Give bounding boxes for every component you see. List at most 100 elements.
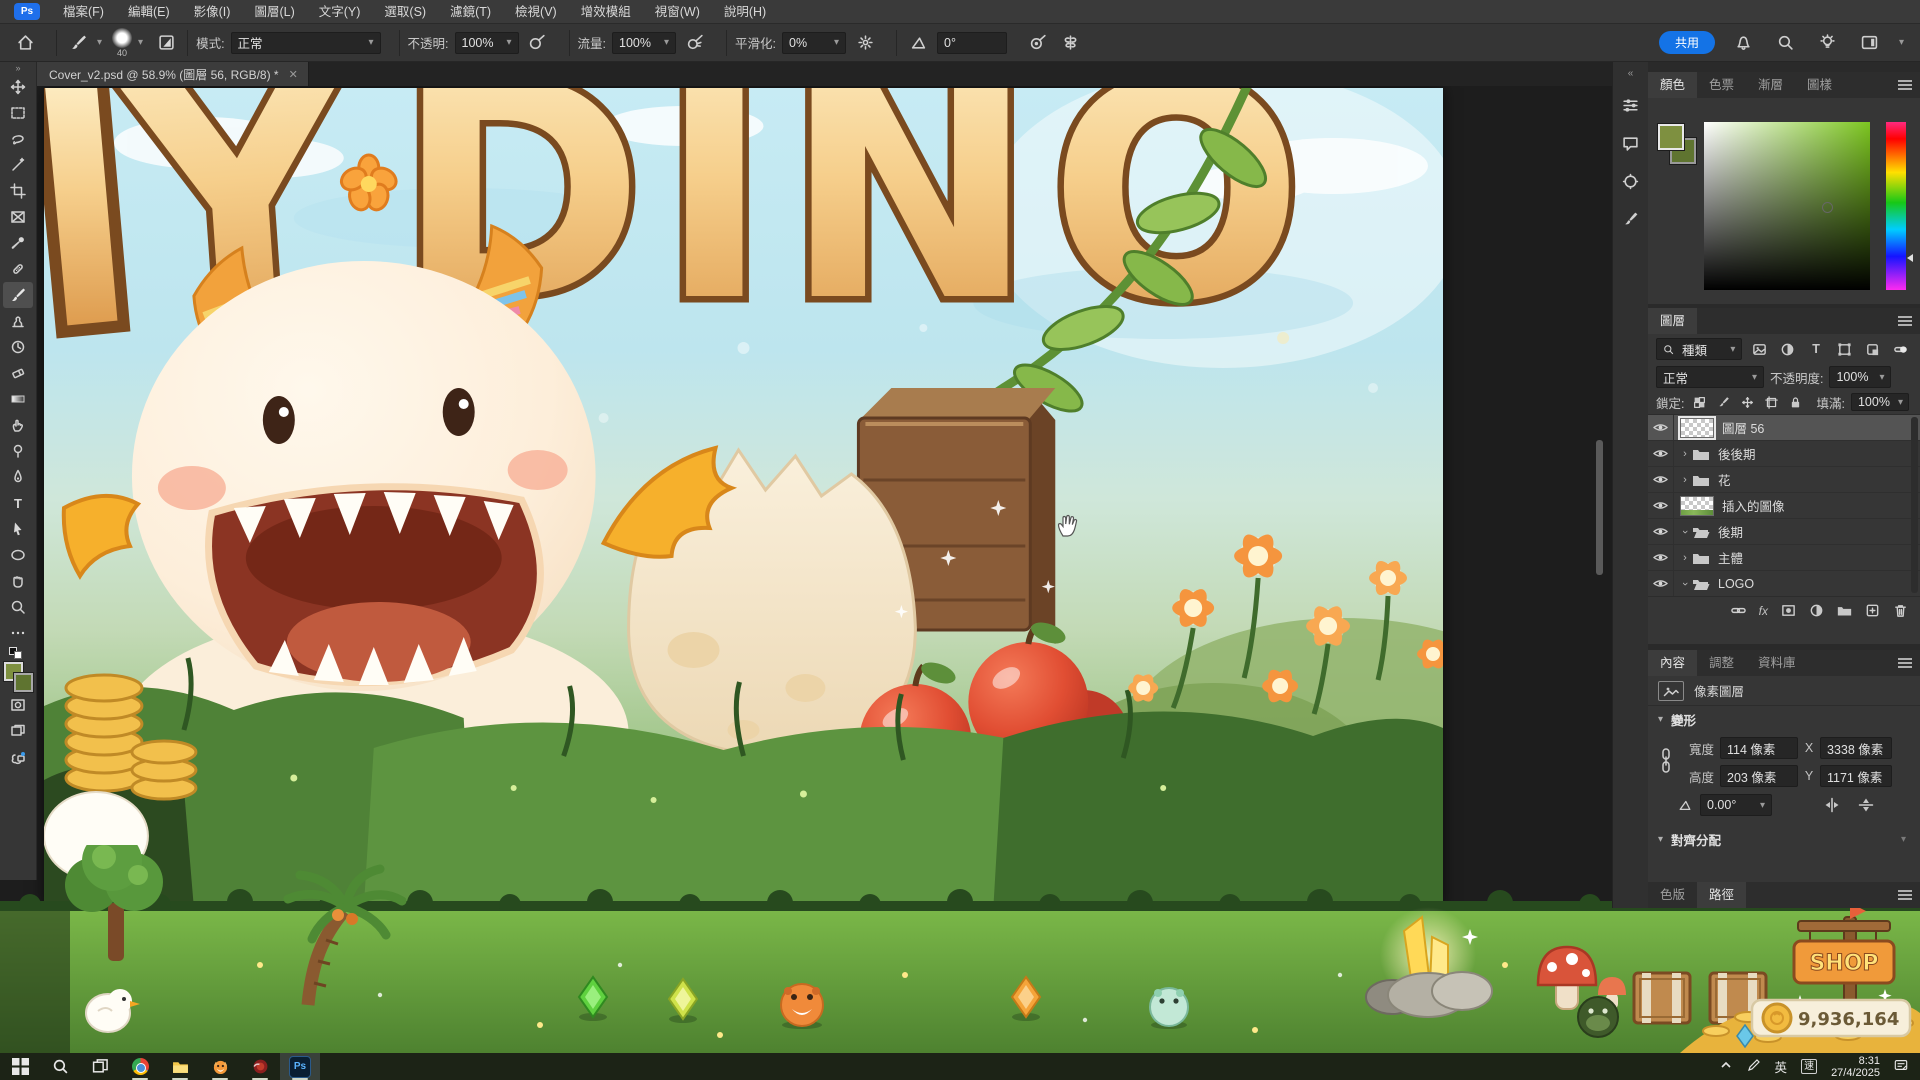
red-app-taskbar-icon[interactable]: [240, 1053, 280, 1080]
opacity-select[interactable]: 100%▾: [455, 32, 519, 54]
photoshop-logo[interactable]: Ps: [14, 3, 40, 20]
crop-tool[interactable]: [3, 178, 33, 204]
menu-item-image[interactable]: 影像(I): [183, 0, 242, 24]
tab-adjustments[interactable]: 調整: [1697, 650, 1746, 676]
lasso-tool[interactable]: [3, 126, 33, 152]
layer-visibility-eye-icon[interactable]: [1648, 441, 1674, 466]
brush-angle-input[interactable]: 0°: [937, 32, 1007, 54]
lock-pixels-icon[interactable]: [1714, 394, 1732, 410]
brush-settings-toggle-icon[interactable]: [153, 30, 179, 56]
smudge-tool[interactable]: [3, 412, 33, 438]
layer-visibility-eye-icon[interactable]: [1648, 545, 1674, 570]
filter-toggle-icon[interactable]: [1890, 339, 1912, 359]
layer-opacity-select[interactable]: 100%▾: [1829, 366, 1891, 388]
paint-symmetry-icon[interactable]: [1057, 30, 1083, 56]
smoothing-options-gear-icon[interactable]: [852, 30, 878, 56]
history-brush-tool[interactable]: [3, 334, 33, 360]
layer-blend-mode-select[interactable]: 正常▾: [1656, 366, 1764, 388]
notifications-bell-icon[interactable]: [1731, 30, 1757, 56]
layer-mask-icon[interactable]: [1781, 603, 1796, 618]
edit-toolbar-icon[interactable]: [3, 620, 33, 646]
filter-pixel-layers-icon[interactable]: [1748, 339, 1770, 359]
type-tool[interactable]: T: [3, 490, 33, 516]
gradient-tool[interactable]: [3, 386, 33, 412]
adjustment-layer-icon[interactable]: [1809, 603, 1824, 618]
layer-visibility-eye-icon[interactable]: [1648, 467, 1674, 492]
file-explorer-taskbar-icon[interactable]: [160, 1053, 200, 1080]
tab-color[interactable]: 顏色: [1648, 72, 1697, 98]
layer-filter-select[interactable]: 種類▾: [1656, 338, 1742, 360]
menu-item-filter[interactable]: 濾鏡(T): [439, 0, 502, 24]
eyedropper-tool[interactable]: [3, 230, 33, 256]
marquee-tool[interactable]: [3, 100, 33, 126]
menu-item-edit[interactable]: 編輯(E): [117, 0, 181, 24]
new-group-icon[interactable]: [1837, 603, 1852, 618]
menu-item-view[interactable]: 檢視(V): [504, 0, 568, 24]
pressure-opacity-icon[interactable]: [525, 30, 551, 56]
filter-adjustment-layers-icon[interactable]: [1777, 339, 1799, 359]
pen-tool[interactable]: [3, 464, 33, 490]
flip-vertical-icon[interactable]: [1858, 797, 1874, 813]
canvas-vertical-scrollbar[interactable]: [1596, 440, 1603, 575]
path-selection-tool[interactable]: [3, 516, 33, 542]
flip-horizontal-icon[interactable]: [1824, 797, 1840, 813]
quick-mask-icon[interactable]: [3, 692, 33, 718]
brush-tool[interactable]: [3, 282, 33, 308]
layer-thumbnail[interactable]: [1680, 418, 1714, 438]
menu-item-type[interactable]: 文字(Y): [308, 0, 372, 24]
pressure-size-icon[interactable]: [1025, 30, 1051, 56]
chrome-taskbar-icon[interactable]: [120, 1053, 160, 1080]
dock-expand-icon[interactable]: «: [1628, 68, 1634, 79]
brushes-panel-icon[interactable]: [1619, 207, 1643, 231]
filter-smart-objects-icon[interactable]: [1861, 339, 1883, 359]
tab-swatches[interactable]: 色票: [1697, 72, 1746, 98]
taskbar-clock[interactable]: 8:31 27/4/2025: [1831, 1055, 1880, 1079]
layer-fill-select[interactable]: 100%▾: [1851, 393, 1909, 411]
comments-panel-icon[interactable]: [1619, 131, 1643, 155]
panel-menu-icon[interactable]: [1898, 80, 1912, 90]
tray-pen-icon[interactable]: [1747, 1058, 1761, 1075]
flow-select[interactable]: 100%▾: [612, 32, 676, 54]
document-tab[interactable]: Cover_v2.psd @ 58.9% (圖層 56, RGB/8) * ✕: [37, 62, 309, 86]
share-image-icon[interactable]: [3, 744, 33, 770]
layer-row-group[interactable]: › LOGO: [1648, 571, 1920, 596]
align-section-header[interactable]: ▾對齊分配 ▾: [1648, 826, 1920, 852]
ime-language-indicator[interactable]: 英: [1775, 1057, 1788, 1076]
screen-mode-icon[interactable]: [3, 718, 33, 744]
properties-panel-menu-icon[interactable]: [1898, 658, 1912, 668]
layer-style-fx-icon[interactable]: fx: [1759, 604, 1768, 618]
healing-brush-tool[interactable]: [3, 256, 33, 282]
lock-artboard-icon[interactable]: [1762, 394, 1780, 410]
menu-item-select[interactable]: 選取(S): [373, 0, 437, 24]
filter-shape-layers-icon[interactable]: [1833, 339, 1855, 359]
layer-visibility-eye-icon[interactable]: [1648, 493, 1674, 518]
foreground-color-swatch-panel[interactable]: [1658, 124, 1684, 150]
action-center-icon[interactable]: [1894, 1058, 1908, 1075]
close-tab-icon[interactable]: ✕: [289, 68, 298, 81]
link-layers-icon[interactable]: [1731, 603, 1746, 618]
search-icon[interactable]: [1773, 30, 1799, 56]
frame-tool[interactable]: [3, 204, 33, 230]
airbrush-icon[interactable]: [682, 30, 708, 56]
hue-slider-marker[interactable]: [1907, 254, 1913, 262]
zoom-tool[interactable]: [3, 594, 33, 620]
hue-slider[interactable]: [1886, 122, 1906, 290]
layer-visibility-eye-icon[interactable]: [1648, 415, 1674, 440]
width-input[interactable]: 114 像素: [1720, 737, 1798, 759]
lock-transparency-icon[interactable]: [1690, 394, 1708, 410]
layers-scrollbar[interactable]: [1911, 417, 1918, 593]
height-input[interactable]: 203 像素: [1720, 765, 1798, 787]
tray-hidden-icons[interactable]: [1719, 1058, 1733, 1075]
tab-patterns[interactable]: 圖樣: [1795, 72, 1844, 98]
eraser-tool[interactable]: [3, 360, 33, 386]
x-input[interactable]: 3338 像素: [1820, 737, 1892, 759]
canvas-document[interactable]: Y DINO: [44, 88, 1443, 908]
group-collapse-icon[interactable]: ›: [1678, 474, 1692, 486]
clone-stamp-tool[interactable]: [3, 308, 33, 334]
lock-all-icon[interactable]: [1786, 394, 1804, 410]
photoshop-taskbar-icon[interactable]: Ps: [280, 1053, 320, 1080]
tab-layers[interactable]: 圖層: [1648, 308, 1697, 334]
filter-type-layers-icon[interactable]: T: [1805, 339, 1827, 359]
layer-row-group[interactable]: › 後後期: [1648, 441, 1920, 467]
clone-source-panel-icon[interactable]: [1619, 169, 1643, 193]
